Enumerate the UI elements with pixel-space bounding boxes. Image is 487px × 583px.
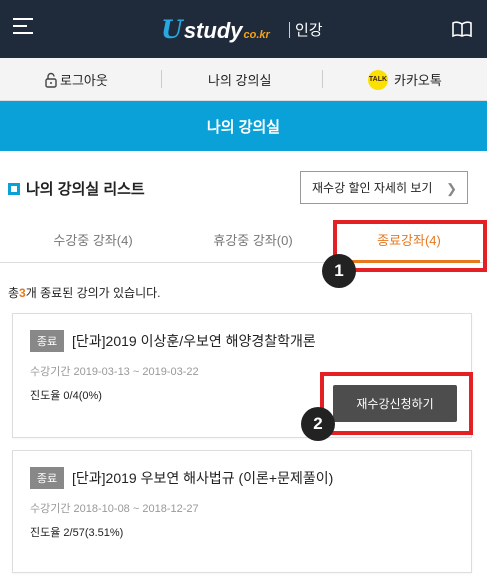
ustudy-logo[interactable]: U study co.kr (161, 15, 270, 44)
course-period: 수강기간 2018-10-08 ~ 2018-12-27 (30, 503, 199, 515)
logo-domain: co.kr (243, 29, 270, 41)
utility-separator (161, 70, 162, 88)
logout-label: 로그아웃 (60, 73, 108, 88)
retake-discount-details-button[interactable]: 재수강 할인 자세히 보기 ❯ (300, 171, 468, 204)
course-title[interactable]: [단과]2019 우보연 해사법규 (이론+문제풀이) (72, 468, 333, 488)
count-number: 3 (19, 286, 26, 300)
ended-course-count: 총3개 종료된 강의가 있습니다. (8, 284, 161, 301)
logo-u: U (161, 15, 183, 44)
page-banner: 나의 강의실 (0, 101, 487, 151)
my-classroom-label: 나의 강의실 (208, 73, 272, 88)
kakaotalk-link[interactable]: TALK 카카오톡 (368, 58, 442, 101)
status-badge: 종료 (30, 467, 64, 489)
highlight-box-ended-tab (333, 220, 487, 272)
lock-icon (45, 72, 57, 88)
list-header: 나의 강의실 리스트 (8, 178, 145, 199)
kakaotalk-icon: TALK (368, 69, 388, 90)
logo-main: study (183, 18, 243, 43)
utility-separator (322, 70, 323, 88)
count-suffix: 개 종료된 강의가 있습니다. (25, 286, 161, 300)
course-title[interactable]: [단과]2019 이상훈/우보연 해양경찰학개론 (72, 331, 316, 351)
list-title: 나의 강의실 리스트 (26, 181, 145, 198)
tab-paused[interactable]: 휴강중 강좌(0) (170, 216, 336, 263)
page-title: 나의 강의실 (206, 118, 281, 136)
course-period: 수강기간 2019-03-13 ~ 2019-03-22 (30, 366, 199, 378)
kakaotalk-label: 카카오톡 (394, 73, 442, 88)
step-badge-1: 1 (322, 254, 356, 288)
count-prefix: 총 (8, 286, 20, 300)
tab-in-progress[interactable]: 수강중 강좌(4) (0, 216, 186, 263)
highlight-box-retake-button (320, 372, 473, 435)
course-progress: 진도율 0/4(0%) (30, 390, 102, 402)
hamburger-menu-icon[interactable] (13, 18, 35, 36)
utility-bar: 로그아웃 나의 강의실 TALK 카카오톡 (0, 58, 487, 101)
logo-divider (289, 22, 290, 38)
my-classroom-link[interactable]: 나의 강의실 (208, 58, 271, 101)
logo-tag: 인강 (295, 22, 323, 39)
top-header: U study co.kr 인강 (0, 0, 487, 58)
status-badge: 종료 (30, 330, 64, 352)
chevron-right-icon: ❯ (446, 181, 457, 196)
step-badge-2: 2 (301, 407, 335, 441)
tab-label: 휴강중 강좌(0) (213, 233, 293, 248)
book-icon[interactable] (452, 21, 472, 37)
retake-discount-label: 재수강 할인 자세히 보기 (312, 181, 433, 195)
course-card: 종료 [단과]2019 우보연 해사법규 (이론+문제풀이) 수강기간 2018… (12, 450, 472, 573)
square-bullet-icon (8, 182, 20, 195)
course-progress: 진도율 2/57(3.51%) (30, 527, 124, 539)
tab-label: 수강중 강좌(4) (53, 233, 133, 248)
logout-button[interactable]: 로그아웃 (45, 58, 108, 101)
